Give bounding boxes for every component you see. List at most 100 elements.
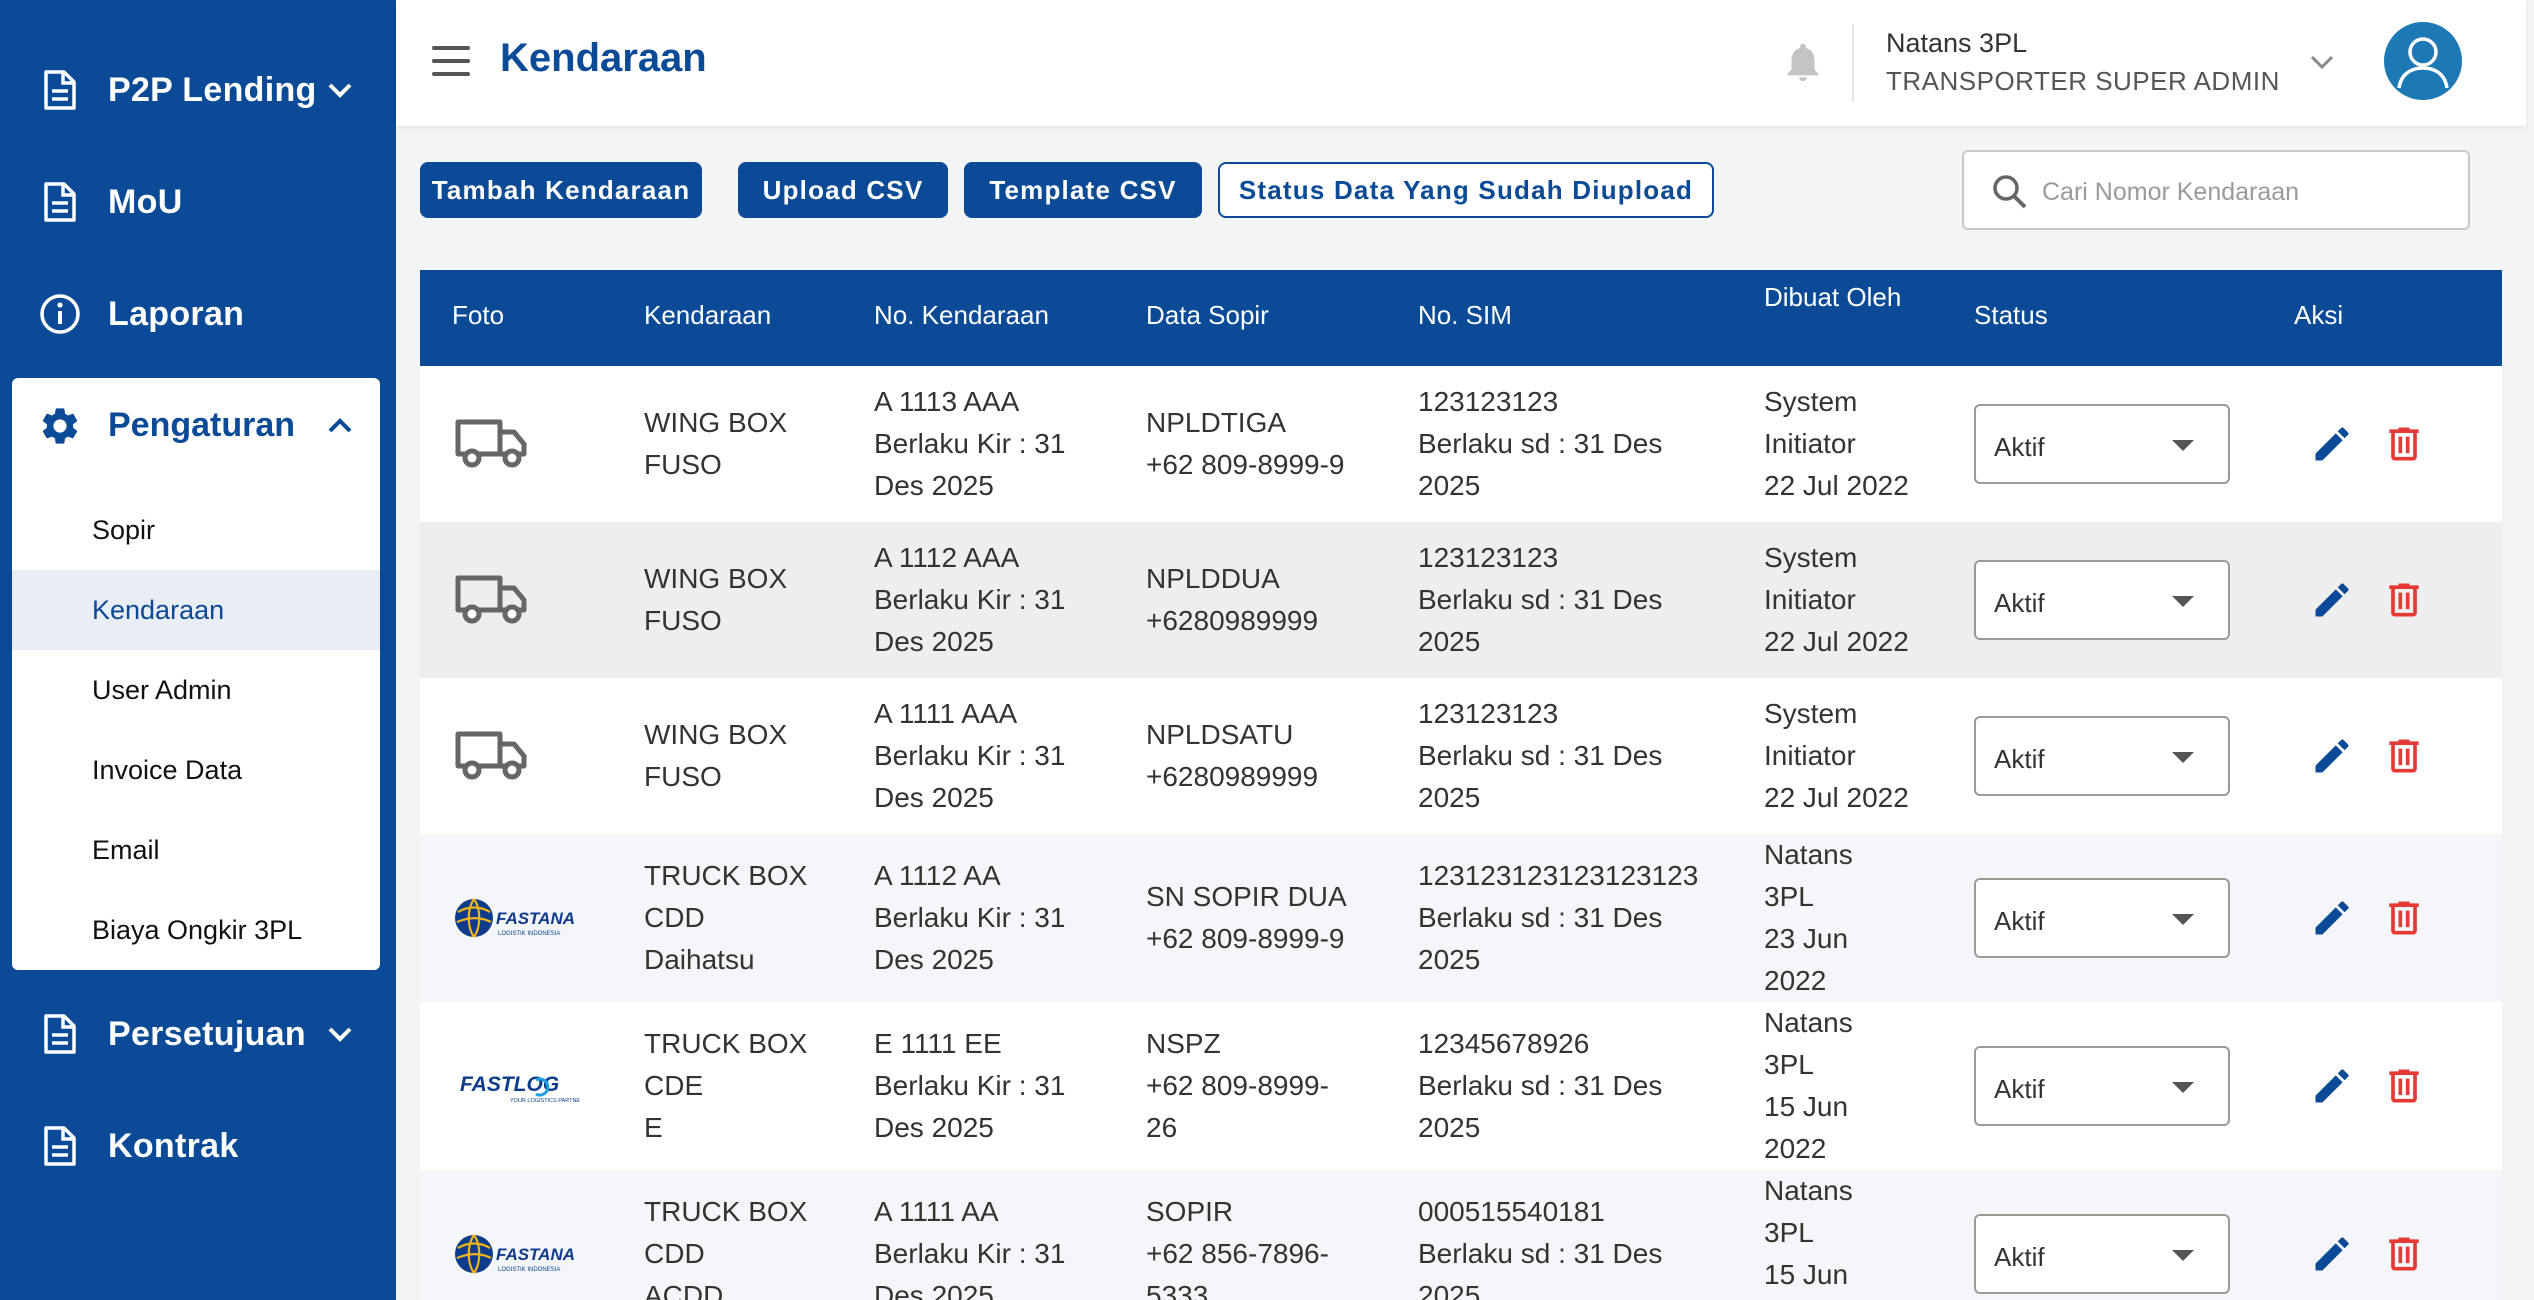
gear-icon bbox=[38, 404, 82, 448]
status-dropdown[interactable]: Aktif bbox=[1974, 560, 2230, 640]
cell-no-sim-line: 000515540181 bbox=[1418, 1196, 1605, 1227]
cell-dibuat-oleh-line: Initiator bbox=[1764, 428, 1856, 459]
status-dropdown[interactable]: Aktif bbox=[1974, 1214, 2230, 1294]
cell-kendaraan: WING BOX FUSO bbox=[644, 402, 787, 486]
sidebar-subitem-invoice-data[interactable]: Invoice Data bbox=[12, 730, 380, 810]
cell-dibuat-oleh-line: 15 Jun bbox=[1764, 1091, 1849, 1122]
upload-csv-button[interactable]: Upload CSV bbox=[738, 162, 948, 218]
cell-no-sim-line: 2025 bbox=[1418, 626, 1481, 657]
avatar[interactable] bbox=[2384, 22, 2462, 100]
cell-no-kendaraan-line: A 1113 AAA bbox=[874, 386, 1020, 417]
bell-icon[interactable] bbox=[1780, 38, 1826, 86]
sidebar-item-mou[interactable]: MoU bbox=[0, 152, 396, 252]
cell-no-kendaraan-line: Des 2025 bbox=[874, 944, 994, 975]
cell-data-sopir-line: SOPIR bbox=[1146, 1196, 1234, 1227]
delete-icon[interactable] bbox=[2382, 896, 2426, 940]
status-dropdown[interactable]: Aktif bbox=[1974, 1046, 2230, 1126]
cell-foto bbox=[454, 726, 530, 796]
cell-data-sopir-line: +62 809-8999- bbox=[1146, 1070, 1329, 1101]
svg-text:FASTANA: FASTANA bbox=[496, 1245, 575, 1264]
sidebar-subitem-biaya-ongkir[interactable]: Biaya Ongkir 3PL bbox=[12, 890, 380, 970]
menu-icon[interactable] bbox=[432, 44, 472, 80]
cell-dibuat-oleh-line: 2022 bbox=[1764, 1133, 1827, 1164]
edit-icon[interactable] bbox=[2310, 578, 2354, 622]
truck-icon bbox=[454, 575, 530, 634]
cell-data-sopir-line: 5333 bbox=[1146, 1280, 1209, 1300]
column-header-no-kendaraan: No. Kendaraan bbox=[874, 300, 1049, 330]
cell-no-kendaraan-line: A 1111 AA bbox=[874, 1196, 999, 1227]
template-csv-button[interactable]: Template CSV bbox=[964, 162, 1202, 218]
cell-no-kendaraan: A 1111 AA Berlaku Kir : 31 Des 2025 bbox=[874, 1191, 1065, 1300]
status-dropdown[interactable]: Aktif bbox=[1974, 878, 2230, 958]
cell-dibuat-oleh-line: Initiator bbox=[1764, 584, 1856, 615]
status-dropdown[interactable]: Aktif bbox=[1974, 404, 2230, 484]
cell-no-sim-line: 123123123 bbox=[1418, 698, 1559, 729]
chevron-down-icon[interactable] bbox=[2304, 44, 2340, 80]
cell-data-sopir-line: +62 809-8999-9 bbox=[1146, 449, 1345, 480]
cell-no-sim-line: 2025 bbox=[1418, 782, 1481, 813]
cell-no-kendaraan-line: Des 2025 bbox=[874, 1280, 994, 1300]
sidebar-item-persetujuan[interactable]: Persetujuan bbox=[0, 984, 396, 1084]
cell-data-sopir-line: NPLDTIGA bbox=[1146, 407, 1287, 438]
sidebar-subitem-sopir[interactable]: Sopir bbox=[12, 490, 380, 570]
chevron-down-icon[interactable] bbox=[320, 1014, 360, 1054]
edit-icon[interactable] bbox=[2310, 422, 2354, 466]
sidebar-item-pengaturan[interactable]: Pengaturan bbox=[12, 378, 380, 474]
cell-data-sopir: SN SOPIR DUA +62 809-8999-9 bbox=[1146, 876, 1347, 960]
cell-no-kendaraan: E 1111 EE Berlaku Kir : 31 Des 2025 bbox=[874, 1023, 1065, 1149]
delete-icon[interactable] bbox=[2382, 578, 2426, 622]
cell-no-kendaraan-line: A 1112 AA bbox=[874, 860, 1001, 891]
sidebar-subitem-email[interactable]: Email bbox=[12, 810, 380, 890]
cell-dibuat-oleh: System Initiator 22 Jul 2022 bbox=[1764, 381, 1909, 507]
cell-kendaraan: TRUCK BOX CDD ACDD bbox=[644, 1191, 807, 1300]
cell-no-sim-line: Berlaku sd : 31 Des bbox=[1418, 1070, 1663, 1101]
sidebar-subitem-kendaraan[interactable]: Kendaraan bbox=[12, 570, 380, 650]
delete-icon[interactable] bbox=[2382, 1064, 2426, 1108]
edit-icon[interactable] bbox=[2310, 1232, 2354, 1276]
edit-icon[interactable] bbox=[2310, 1064, 2354, 1108]
edit-icon[interactable] bbox=[2310, 896, 2354, 940]
cell-no-kendaraan-line: Des 2025 bbox=[874, 626, 994, 657]
cell-data-sopir: SOPIR +62 856-7896- 5333 bbox=[1146, 1191, 1329, 1300]
status-dropdown[interactable]: Aktif bbox=[1974, 716, 2230, 796]
page-title: Kendaraan bbox=[500, 36, 707, 80]
column-header-foto: Foto bbox=[452, 300, 505, 330]
fastlog-logo: FASTLOG YOUR LOGISTICS PARTNER bbox=[454, 1060, 584, 1112]
chevron-down-icon[interactable] bbox=[320, 70, 360, 110]
cell-dibuat-oleh-line: 3PL bbox=[1764, 1049, 1814, 1080]
delete-icon[interactable] bbox=[2382, 1232, 2426, 1276]
cell-dibuat-oleh-line: Natans bbox=[1764, 1175, 1853, 1206]
info-icon bbox=[38, 292, 82, 336]
delete-icon[interactable] bbox=[2382, 422, 2426, 466]
chevron-up-icon[interactable] bbox=[320, 406, 360, 446]
column-header-dibuat-oleh: Dibuat Oleh bbox=[1764, 282, 1902, 312]
edit-icon[interactable] bbox=[2310, 734, 2354, 778]
sidebar-subitem-user-admin[interactable]: User Admin bbox=[12, 650, 380, 730]
caret-down-icon bbox=[2172, 1082, 2194, 1093]
sidebar-item-p2p-lending[interactable]: P2P Lending bbox=[0, 40, 396, 140]
sidebar-item-laporan[interactable]: Laporan bbox=[0, 264, 396, 364]
cell-no-sim-line: 123123123123123123 bbox=[1418, 860, 1699, 891]
cell-data-sopir: NPLDDUA +6280989999 bbox=[1146, 558, 1318, 642]
delete-icon[interactable] bbox=[2382, 734, 2426, 778]
column-header-aksi: Aksi bbox=[2294, 300, 2344, 330]
cell-no-sim-line: Berlaku sd : 31 Des bbox=[1418, 584, 1663, 615]
cell-no-sim-line: 123123123 bbox=[1418, 386, 1559, 417]
table-row: FASTLOG YOUR LOGISTICS PARTNER TRUCK BOX CD… bbox=[420, 1002, 2502, 1170]
cell-dibuat-oleh-line: Natans bbox=[1764, 1007, 1853, 1038]
top-header: Kendaraan Natans 3PL TRANSPORTER SUPER A… bbox=[396, 0, 2526, 126]
add-vehicle-button[interactable]: Tambah Kendaraan bbox=[420, 162, 702, 218]
sidebar-item-label: Persetujuan bbox=[108, 1014, 306, 1053]
user-icon bbox=[2397, 37, 2449, 89]
document-icon bbox=[38, 1012, 82, 1056]
user-name: Natans 3PL bbox=[1886, 28, 2028, 58]
cell-data-sopir-line: +62 856-7896- bbox=[1146, 1238, 1329, 1269]
upload-status-button[interactable]: Status Data Yang Sudah Diupload bbox=[1218, 162, 1714, 218]
cell-kendaraan-line: CDE bbox=[644, 1070, 704, 1101]
cell-no-sim-line: Berlaku sd : 31 Des bbox=[1418, 1238, 1663, 1269]
search-input[interactable] bbox=[2042, 170, 2452, 214]
cell-foto bbox=[454, 570, 530, 640]
sidebar-item-kontrak[interactable]: Kontrak bbox=[0, 1096, 396, 1196]
table-row: WING BOX FUSO A 1111 AAA Berlaku Kir : 31 De… bbox=[420, 678, 2502, 834]
cell-dibuat-oleh-line: 23 Jun bbox=[1764, 923, 1849, 954]
